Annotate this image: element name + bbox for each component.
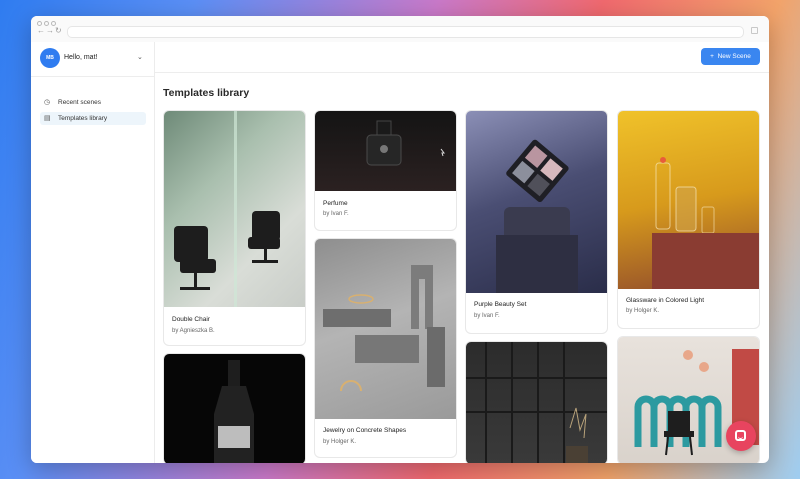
clock-icon: ◷ [44,99,51,106]
greeting[interactable]: Hello, mat! [64,54,97,61]
app-window: ← → ↻ MB Hello, mat! ⌄ ◷ Recent scenes ▤… [31,16,769,463]
template-thumbnail [618,111,759,289]
template-card-jewelry[interactable]: Jewelry on Concrete Shapes by Holger K. [314,238,457,458]
header-divider [155,72,769,73]
perfume-bottle-icon [366,120,445,166]
sidebar: MB Hello, mat! ⌄ ◷ Recent scenes ▤ Templ… [31,42,155,463]
window-room-icon [466,342,607,463]
page-title: Templates library [163,87,250,99]
sidebar-divider [31,76,154,77]
extension-icon[interactable] [751,27,758,34]
palette-illustration-icon [496,139,578,293]
glassware-illustration-icon [652,157,759,289]
template-title: Purple Beauty Set [474,301,527,308]
browser-chrome: ← → ↻ [31,16,769,42]
avatar[interactable]: MB [40,48,60,68]
concrete-shapes-icon [323,265,445,392]
forward-arrow-icon[interactable]: → [46,27,54,35]
template-thumbnail [164,354,305,463]
template-thumbnail [164,111,305,307]
template-title: Perfume [323,200,348,207]
new-scene-button[interactable]: + New Scene [701,48,760,65]
template-card-glassware[interactable]: Glassware in Colored Light by Holger K. [617,110,760,329]
chair-illustration-icon [174,111,280,307]
template-author: by Ivan F. [474,313,500,319]
template-author: by Ivan F. [323,211,349,217]
template-card-double-chair[interactable]: Double Chair by Agnieszka B. [163,110,306,346]
template-card-perfume[interactable]: Perfume by Ivan F. [314,110,457,231]
sidebar-item-label: Templates library [58,115,108,122]
sidebar-item-label: Recent scenes [58,99,101,106]
template-card-purple-beauty-set[interactable]: Purple Beauty Set by Ivan F. [465,110,608,334]
address-bar[interactable] [67,26,744,38]
template-card-dark-room[interactable] [465,341,608,463]
chat-support-button[interactable] [726,421,756,451]
template-title: Glassware in Colored Light [626,297,705,304]
template-author: by Holger K. [323,439,357,445]
template-thumbnail [466,342,607,463]
template-author: by Agnieszka B. [172,328,215,334]
sidebar-item-recent-scenes[interactable]: ◷ Recent scenes [40,96,146,109]
library-icon: ▤ [44,115,51,122]
bottle-illustration-icon [214,360,254,463]
template-thumbnail [315,239,456,419]
template-thumbnail [315,111,456,191]
chevron-down-icon[interactable]: ⌄ [137,53,143,61]
reload-icon[interactable]: ↻ [55,27,62,35]
chat-icon [735,430,746,441]
template-title: Double Chair [172,316,210,323]
back-arrow-icon[interactable]: ← [37,27,45,35]
sidebar-item-templates-library[interactable]: ▤ Templates library [40,112,146,125]
plus-icon: + [710,53,714,60]
template-author: by Holger K. [626,308,660,314]
template-card-bottle[interactable] [163,353,306,463]
template-title: Jewelry on Concrete Shapes [323,427,407,434]
new-scene-label: New Scene [717,53,751,60]
template-thumbnail [466,111,607,293]
